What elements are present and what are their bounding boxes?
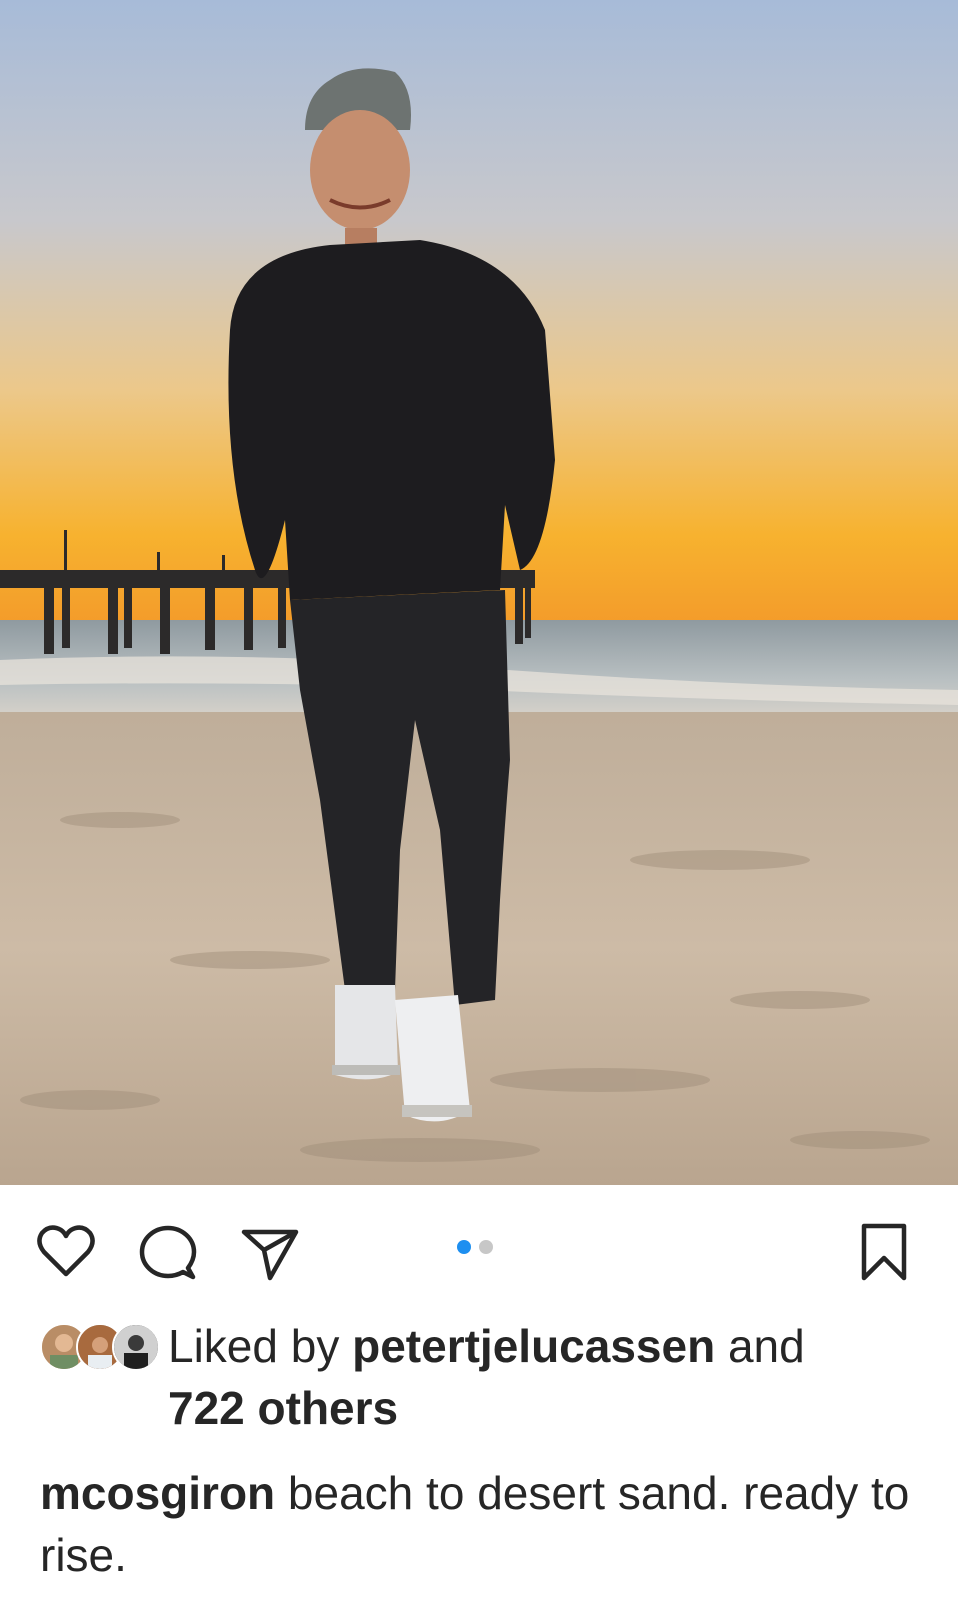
caption-username[interactable]: mcosgiron bbox=[40, 1467, 275, 1519]
likes-count[interactable]: 722 others bbox=[168, 1382, 398, 1434]
post-photo[interactable] bbox=[0, 0, 958, 1185]
carousel-indicator bbox=[457, 1240, 493, 1254]
action-bar bbox=[0, 1185, 958, 1305]
post-caption: mcosgiron beach to desert sand. ready to… bbox=[40, 1462, 920, 1586]
comment-button[interactable] bbox=[136, 1220, 200, 1284]
photo-beach-sunset-pier bbox=[0, 0, 958, 1185]
like-button[interactable] bbox=[34, 1220, 98, 1284]
carousel-dot-active bbox=[457, 1240, 471, 1254]
liker-avatars[interactable] bbox=[40, 1323, 160, 1371]
avatar bbox=[112, 1323, 160, 1371]
liker-username[interactable]: petertjelucassen bbox=[352, 1320, 715, 1372]
save-button[interactable] bbox=[852, 1220, 916, 1284]
share-button[interactable] bbox=[238, 1220, 302, 1284]
bookmark-icon bbox=[861, 1223, 907, 1281]
likes-text: Liked by petertjelucassen and 722 others bbox=[168, 1315, 928, 1439]
carousel-dot bbox=[479, 1240, 493, 1254]
liked-by-joiner: and bbox=[715, 1320, 805, 1372]
liked-by-prefix: Liked by bbox=[168, 1320, 353, 1372]
comment-icon bbox=[139, 1225, 197, 1280]
instagram-post: Liked by petertjelucassen and 722 others … bbox=[0, 0, 958, 1600]
heart-icon bbox=[37, 1225, 95, 1277]
paper-plane-icon bbox=[241, 1229, 299, 1281]
